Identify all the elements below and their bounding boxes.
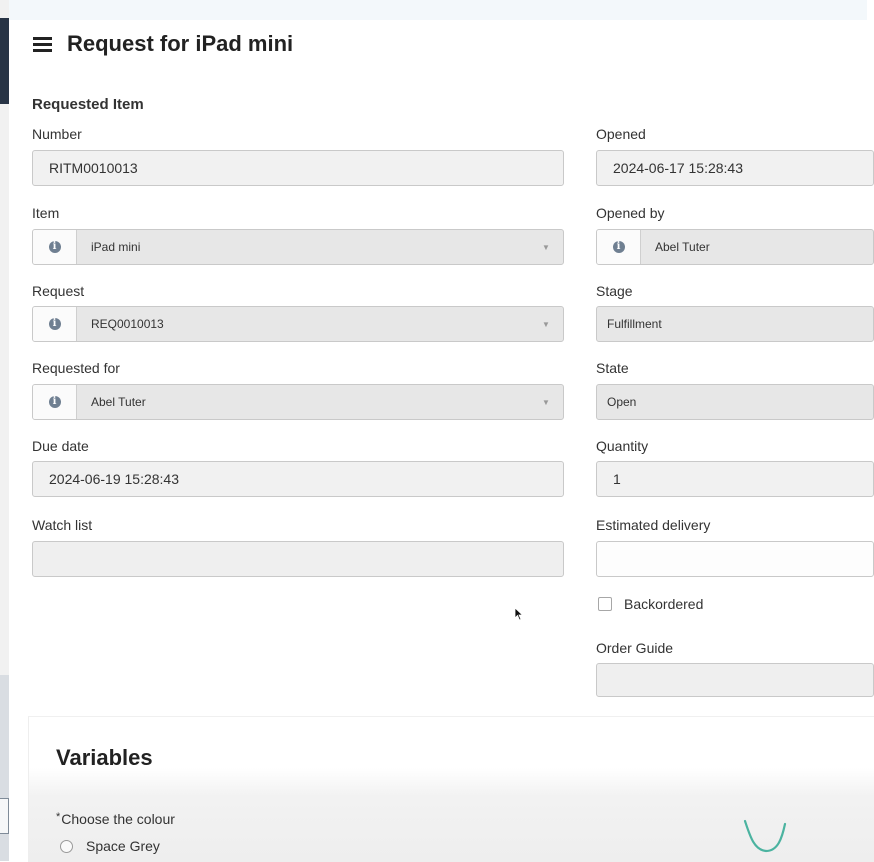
stage-field[interactable]: Fulfillment [596, 306, 874, 342]
chevron-down-icon[interactable]: ▼ [541, 320, 551, 329]
due-date-label: Due date [32, 438, 89, 454]
left-nav-rail [0, 0, 9, 861]
due-date-field[interactable]: 2024-06-19 15:28:43 [32, 461, 564, 497]
colour-question-label: *Choose the colour [56, 811, 175, 827]
colour-question-text: Choose the colour [61, 811, 175, 827]
requested-for-field[interactable]: i Abel Tuter ▼ [32, 384, 564, 420]
request-label: Request [32, 283, 85, 299]
opened-by-value: Abel Tuter [655, 240, 710, 254]
nav-rail-item[interactable] [0, 798, 9, 834]
chevron-down-icon[interactable]: ▼ [541, 243, 551, 252]
backordered-row[interactable]: Backordered [598, 596, 703, 612]
stage-label: Stage [596, 283, 633, 299]
estimated-delivery-field[interactable] [596, 541, 874, 577]
required-marker: * [56, 811, 61, 823]
colour-option[interactable]: Space Grey [60, 838, 160, 854]
quantity-label: Quantity [596, 438, 649, 454]
order-guide-label: Order Guide [596, 640, 674, 656]
nav-rail-header [0, 18, 9, 104]
hamburger-menu-icon[interactable] [33, 36, 52, 52]
page-title: Request for iPad mini [67, 31, 294, 56]
quantity-field[interactable]: 1 [596, 461, 874, 497]
stage-value: Fulfillment [607, 317, 662, 331]
number-label: Number [32, 126, 82, 142]
order-guide-field[interactable] [596, 663, 874, 697]
info-circle-icon: i [48, 396, 61, 408]
opened-by-field[interactable]: i Abel Tuter [596, 229, 874, 265]
request-field[interactable]: i REQ0010013 ▼ [32, 306, 564, 342]
variables-title: Variables [56, 745, 153, 770]
form-header: Request for iPad mini [33, 26, 293, 62]
opened-by-info-button[interactable]: i [597, 230, 641, 264]
watch-list-label: Watch list [32, 517, 93, 533]
info-circle-icon: i [612, 241, 625, 253]
item-info-button[interactable]: i [33, 230, 77, 264]
section-title: Requested Item [32, 96, 144, 113]
mouse-cursor-icon [514, 607, 524, 621]
due-date-value: 2024-06-19 15:28:43 [49, 471, 179, 487]
opened-by-label: Opened by [596, 205, 665, 221]
chevron-down-icon[interactable]: ▼ [541, 398, 551, 407]
info-circle-icon: i [48, 241, 61, 253]
item-field[interactable]: i iPad mini ▼ [32, 229, 564, 265]
requested-for-label: Requested for [32, 360, 120, 376]
opened-label: Opened [596, 126, 646, 142]
watch-list-field[interactable] [32, 541, 564, 577]
state-label: State [596, 360, 629, 376]
item-label: Item [32, 205, 60, 221]
colour-option-radio[interactable] [60, 839, 73, 853]
number-field[interactable]: RITM0010013 [32, 150, 564, 186]
backordered-label: Backordered [624, 596, 704, 612]
opened-field[interactable]: 2024-06-17 15:28:43 [596, 150, 874, 186]
top-banner [9, 0, 867, 20]
state-value: Open [607, 395, 637, 409]
item-value: iPad mini [91, 240, 141, 254]
requested-for-value: Abel Tuter [91, 395, 146, 409]
info-circle-icon: i [48, 318, 61, 330]
estimated-delivery-label: Estimated delivery [596, 517, 711, 533]
backordered-checkbox[interactable] [598, 597, 612, 611]
requested-for-info-button[interactable]: i [33, 385, 77, 419]
state-field[interactable]: Open [596, 384, 874, 420]
request-info-button[interactable]: i [33, 307, 77, 341]
overlay-mark [743, 819, 787, 853]
opened-value: 2024-06-17 15:28:43 [613, 160, 743, 176]
number-value: RITM0010013 [49, 160, 138, 176]
request-value: REQ0010013 [91, 317, 164, 331]
colour-option-label: Space Grey [86, 838, 160, 854]
quantity-value: 1 [613, 471, 621, 487]
